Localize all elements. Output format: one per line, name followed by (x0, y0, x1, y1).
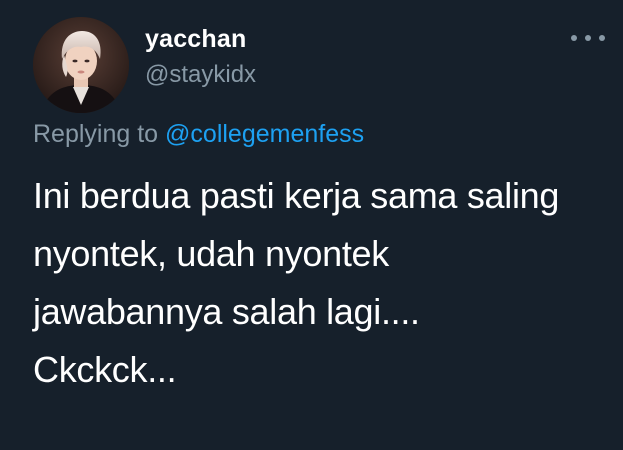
tweet-text-line: Ckckck... (33, 349, 177, 390)
more-dot (571, 35, 577, 41)
avatar[interactable] (33, 17, 129, 113)
tweet-text-line: jawabannya salah lagi.... (33, 291, 420, 332)
user-handle[interactable]: @staykidx (145, 61, 256, 89)
replying-to-mention-link[interactable]: @collegemenfess (165, 120, 364, 148)
more-dot (599, 35, 605, 41)
avatar-image (33, 17, 129, 113)
tweet-text-line: Ini berdua pasti kerja sama saling (33, 175, 560, 216)
tweet-text-line: nyontek, udah nyontek (33, 233, 389, 274)
tweet-card: yacchan @staykidx Replying to @collegeme… (0, 0, 623, 450)
more-dot (585, 35, 591, 41)
replying-to-label: Replying to (33, 120, 159, 148)
more-options-icon[interactable] (571, 28, 605, 48)
display-name[interactable]: yacchan (145, 25, 246, 54)
tweet-text: Ini berdua pasti kerja sama saling nyont… (33, 167, 613, 399)
replying-to-line: Replying to @collegemenfess (33, 120, 364, 149)
